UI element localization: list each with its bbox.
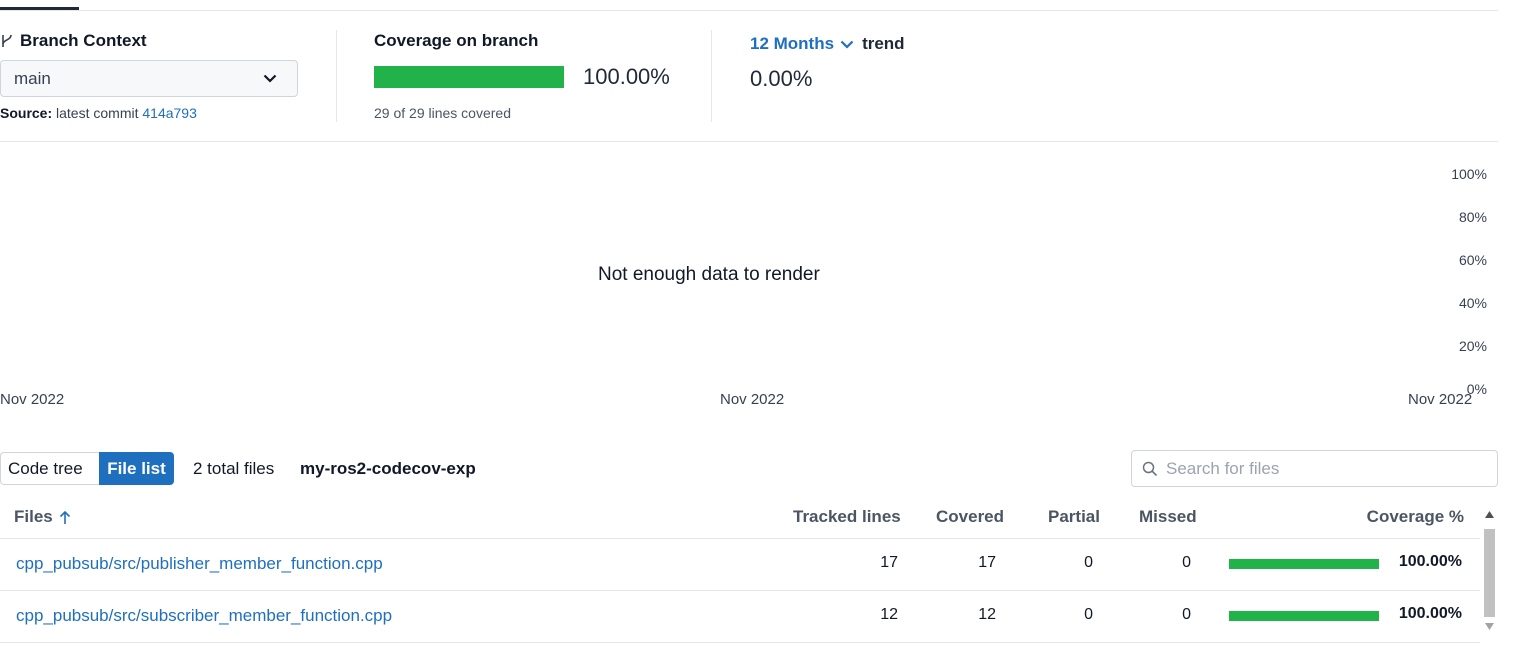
coverage-summary: 29 of 29 lines covered (374, 105, 511, 121)
y-axis-tick-label: 80% (1458, 209, 1487, 225)
chart-divider (0, 141, 1498, 142)
missed-cell: 0 (1182, 554, 1191, 571)
y-axis-tick-label: 100% (1451, 166, 1487, 182)
scrollbar-thumb[interactable] (1484, 529, 1495, 617)
repo-name: my-ros2-codecov-exp (300, 459, 476, 478)
source-text: latest commit (56, 105, 139, 121)
row-coverage-percent: 100.00% (1398, 605, 1462, 622)
y-axis-tick-label: 60% (1458, 252, 1487, 268)
x-axis-tick-label: Nov 2022 (1408, 391, 1473, 408)
files-header-label: Files (14, 507, 53, 526)
search-icon (1142, 461, 1158, 476)
chart-empty-message: Not enough data to render (598, 264, 820, 285)
file-link[interactable]: cpp_pubsub/src/publisher_member_function… (16, 554, 383, 574)
commit-link[interactable]: 414a793 (142, 105, 197, 121)
coverage-progress-fill (374, 66, 564, 88)
file-list-toggle[interactable]: File list (99, 452, 174, 485)
row-coverage-fill (1229, 559, 1379, 569)
summary-panel: Branch Context main Source: latest commi… (0, 30, 1498, 122)
file-link[interactable]: cpp_pubsub/src/subscriber_member_functio… (16, 606, 392, 626)
files-column-header[interactable]: Files (14, 507, 71, 527)
tracked-lines-cell: 12 (880, 606, 898, 623)
trend-header: 12 Months trend (750, 30, 1111, 58)
x-axis-tick-label: Nov 2022 (0, 391, 65, 408)
x-axis-tick-label: Nov 2022 (720, 391, 785, 408)
row-coverage-bar (1229, 559, 1379, 569)
coverage-percent: 100.00% (583, 64, 670, 89)
table-header: Files Tracked lines Covered Partial Miss… (0, 500, 1480, 539)
arrow-up-icon (59, 510, 70, 524)
source-line: Source: latest commit 414a793 (0, 105, 197, 121)
file-toolbar: Code tree File list 2 total files my-ros… (0, 450, 1498, 487)
trend-section: 12 Months trend 0.00% (711, 30, 1111, 122)
total-files-count: 2 total files (193, 459, 275, 478)
trend-label: trend (862, 34, 905, 53)
trend-period-dropdown[interactable]: 12 Months (750, 34, 854, 54)
coverage-label: Coverage on branch (374, 31, 539, 50)
chevron-down-icon (840, 40, 854, 49)
row-coverage-bar (1229, 611, 1379, 621)
branch-context-label: Branch Context (0, 30, 336, 52)
missed-header[interactable]: Missed (1139, 507, 1197, 527)
coverage-trend-chart: Not enough data to render 100% 80% 60% 40% 2… (0, 150, 1498, 412)
covered-cell: 17 (978, 554, 996, 571)
coverage-percent-header[interactable]: Coverage % (1367, 507, 1464, 527)
chevron-down-icon (263, 74, 277, 83)
partial-cell: 0 (1084, 606, 1093, 623)
covered-cell: 12 (978, 606, 996, 623)
branch-context-section: Branch Context main Source: latest commi… (0, 30, 336, 122)
table-row: cpp_pubsub/src/publisher_member_function… (0, 539, 1480, 591)
trend-period-label: 12 Months (750, 34, 835, 53)
table-row: cpp_pubsub/src/subscriber_member_functio… (0, 591, 1480, 643)
search-box[interactable] (1131, 450, 1498, 487)
code-tree-toggle[interactable]: Code tree (0, 452, 99, 485)
table-scrollbar[interactable] (1482, 508, 1497, 633)
branch-select[interactable]: main (0, 60, 298, 97)
trend-value: 0.00% (750, 66, 813, 91)
coverage-row: 100.00% (374, 64, 670, 90)
missed-cell: 0 (1182, 606, 1191, 623)
git-branch-icon (2, 34, 12, 47)
source-label: Source: (0, 105, 53, 121)
scroll-down-arrow-icon[interactable] (1485, 623, 1494, 630)
y-axis-tick-label: 40% (1458, 295, 1487, 311)
y-axis-tick-label: 20% (1458, 338, 1487, 354)
coverage-progress-bar (374, 66, 564, 88)
row-coverage-percent: 100.00% (1398, 553, 1462, 570)
tracked-lines-cell: 17 (880, 554, 898, 571)
scroll-up-arrow-icon[interactable] (1485, 511, 1494, 518)
covered-header[interactable]: Covered (936, 507, 1004, 527)
branch-select-value: main (14, 68, 51, 88)
row-coverage-fill (1229, 611, 1379, 621)
partial-cell: 0 (1084, 554, 1093, 571)
coverage-section: Coverage on branch 100.00% 29 of 29 line… (336, 30, 712, 122)
tracked-lines-header[interactable]: Tracked lines (793, 507, 901, 527)
partial-header[interactable]: Partial (1048, 507, 1100, 527)
files-table: Files Tracked lines Covered Partial Miss… (0, 500, 1480, 643)
search-input[interactable] (1166, 458, 1486, 479)
top-divider (0, 10, 1498, 11)
